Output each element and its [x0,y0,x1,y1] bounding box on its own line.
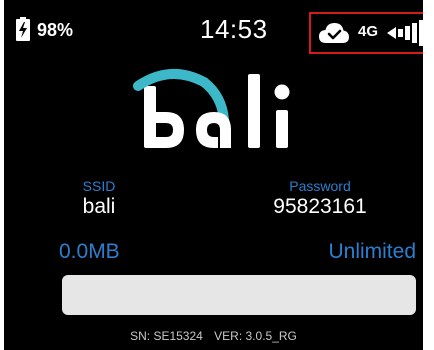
data-usage-progress-bar [62,275,416,315]
password-label: Password [289,178,351,194]
device-screen: 98% 14:53 4G SSID bali Password 95823161… [0,0,434,350]
password-value: 95823161 [273,195,367,218]
battery-charging-icon [16,17,30,41]
cloud-check-icon [319,23,349,43]
firmware-version: VER: 3.0.5_RG [214,329,297,343]
bali-logo [133,68,290,148]
data-used: 0.0MB [59,240,120,263]
data-limit: Unlimited [328,240,416,263]
ssid-label: SSID [82,178,116,194]
ssid-value: bali [82,195,116,218]
serial-number: SN: SE15324 [130,329,203,343]
signal-bars-icon [387,20,423,46]
network-type: 4G [358,23,379,40]
clock-time: 14:53 [200,14,268,44]
device-info-footer: SN: SE15324 VER: 3.0.5_RG [4,329,423,343]
status-bar: 98% 14:53 4G [4,0,423,58]
network-status-highlight: 4G [309,12,423,54]
battery-percentage: 98% [37,20,74,40]
